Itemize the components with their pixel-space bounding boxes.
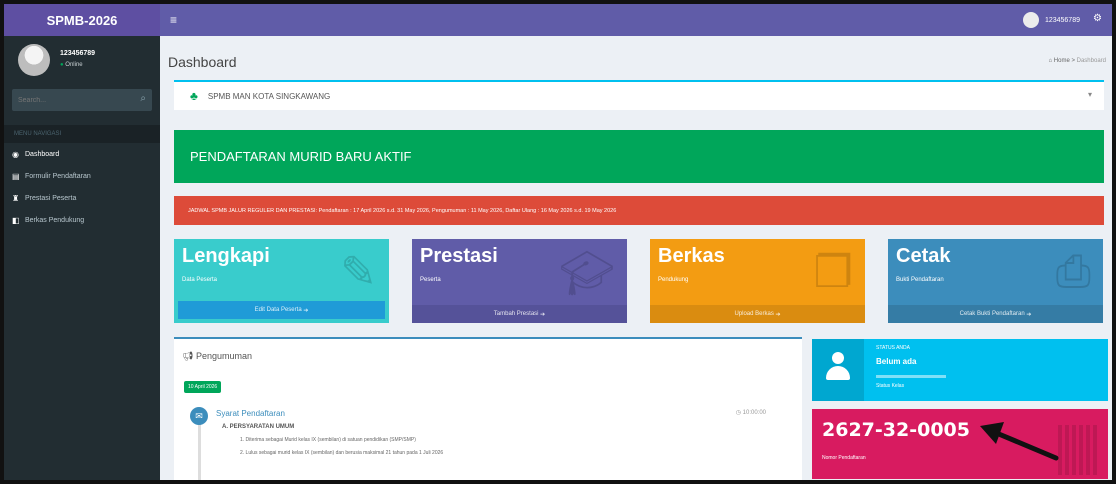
app-frame: SPMB-2026 123456789 ● Online ⌕ MENU NAVI… <box>4 4 1112 480</box>
arrow-annotation <box>980 422 1059 461</box>
arrow-shaft <box>991 429 1059 461</box>
